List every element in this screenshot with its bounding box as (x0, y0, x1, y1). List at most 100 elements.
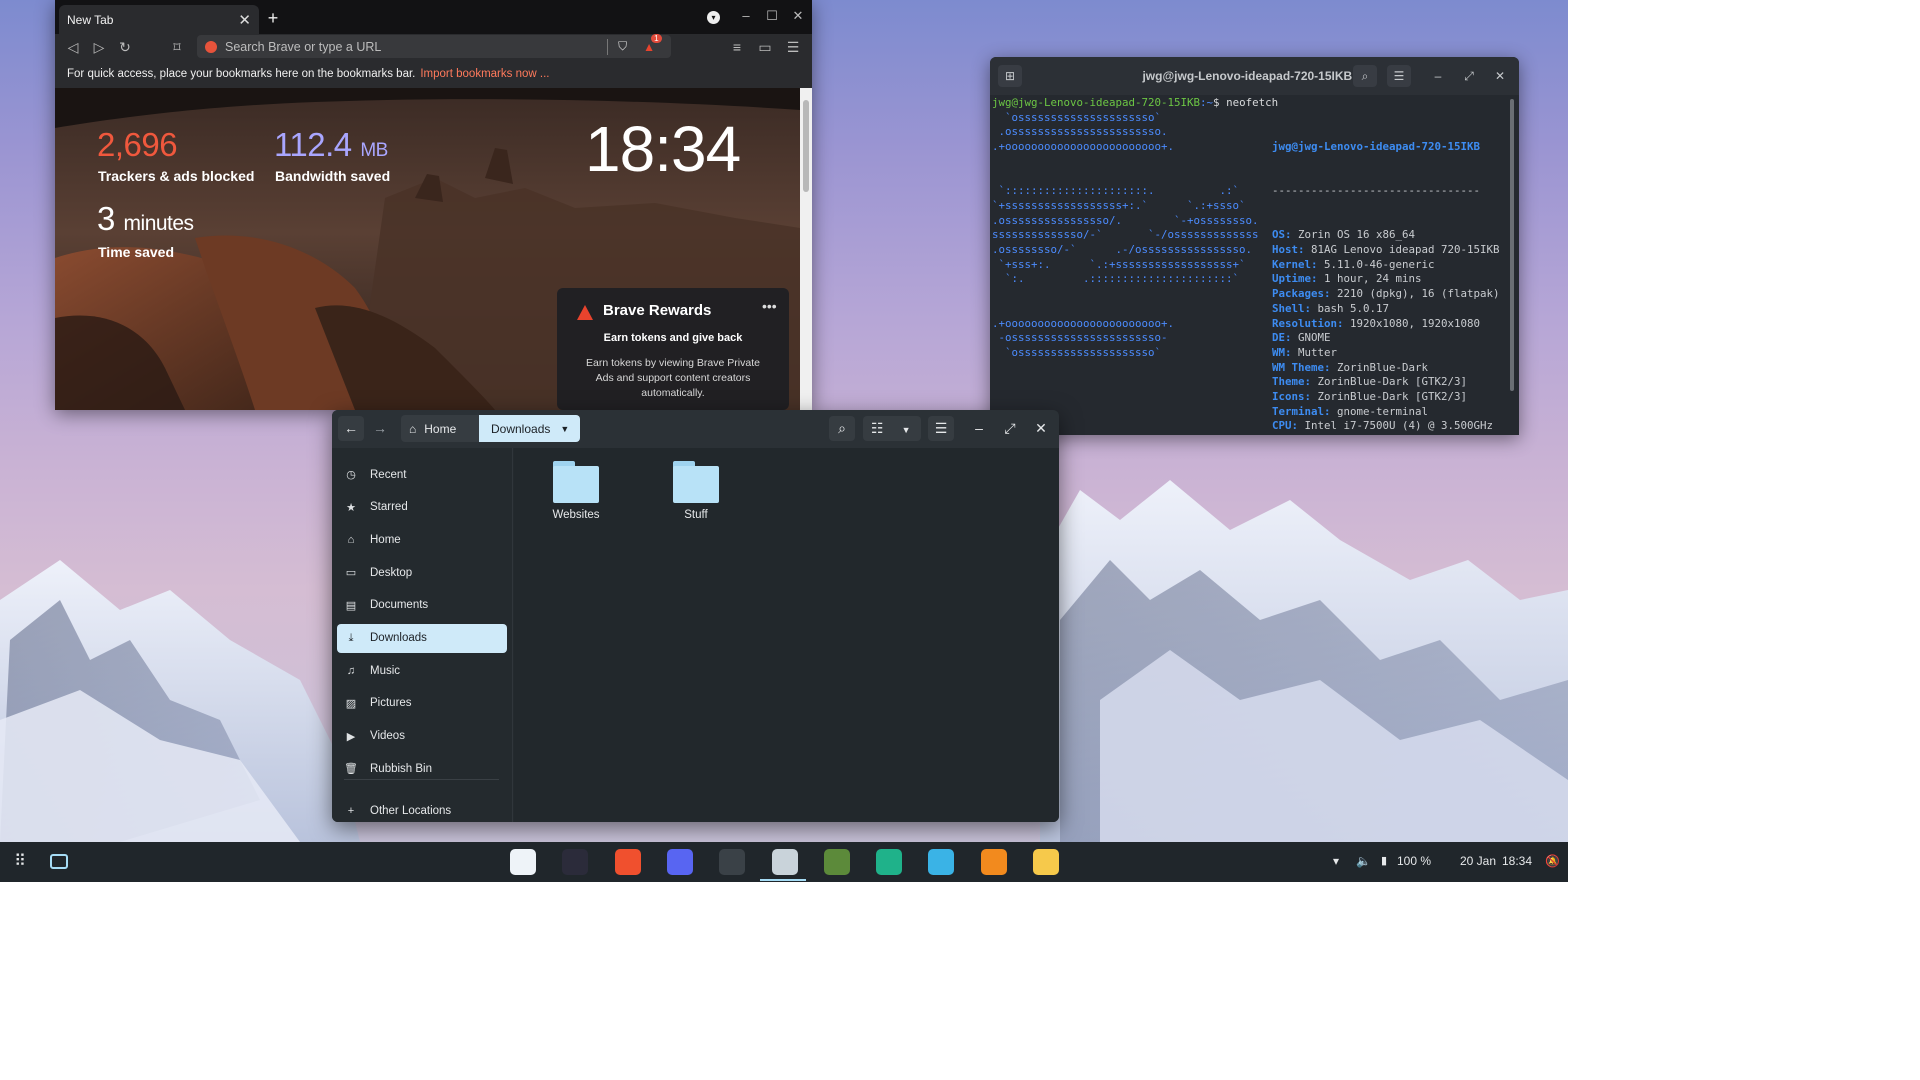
download-icon: ⤓ (348, 631, 354, 644)
playlist-icon[interactable]: ≡ (727, 37, 747, 57)
files-window: ← → ⌂ Home Downloads ▼ ⌕ ☷ ▼ ☰ – ⤢ ✕ ◷ Recen… (332, 410, 1059, 822)
forward-icon[interactable]: ▷ (89, 37, 109, 57)
maximize-icon[interactable]: ☐ (762, 8, 782, 24)
maximize-icon[interactable]: ⤢ (997, 416, 1023, 441)
neofetch-info: jwg@jwg-Lenovo-ideapad-720-15IKB -------… (1272, 111, 1500, 435)
breadcrumb-current-label: Downloads (491, 421, 551, 436)
clock-icon: ◷ (346, 469, 356, 481)
breadcrumb-home[interactable]: ⌂ Home (401, 415, 478, 442)
battery-icon[interactable]: ▮ (1381, 854, 1387, 867)
rewards-title: Brave Rewards (603, 302, 712, 319)
info-key: Resolution (1272, 316, 1338, 330)
minecraft-icon[interactable] (823, 849, 850, 875)
breadcrumb-current[interactable]: Downloads ▼ (479, 415, 580, 442)
terminal-search-icon[interactable]: ⌕ (1353, 65, 1377, 87)
wallet-icon[interactable]: ▭ (755, 37, 775, 57)
info-colon: : (1291, 419, 1305, 433)
info-value: Intel i7-7500U (4) @ 3.500GHz (1304, 419, 1494, 433)
close-window-icon[interactable]: ✕ (788, 8, 808, 24)
minimize-icon[interactable]: – (736, 8, 756, 23)
discord-icon[interactable] (666, 849, 693, 875)
workspaces-icon[interactable] (50, 854, 68, 869)
wifi-icon[interactable]: ▾ (1333, 854, 1339, 868)
info-line: Terminal: gnome-terminal (1272, 405, 1500, 420)
info-colon: : (1324, 404, 1338, 418)
forward-icon[interactable]: → (367, 416, 393, 441)
tab-new-tab[interactable]: New Tab ✕ (59, 5, 259, 34)
menu-icon[interactable]: ☰ (783, 37, 803, 57)
new-tab-button[interactable]: + (261, 6, 285, 30)
info-line: OS: Zorin OS 16 x86_64 (1272, 228, 1500, 243)
view-options-button[interactable]: ☷ ▼ (863, 416, 921, 441)
brave-rewards-icon[interactable]: ▲ 1 (643, 33, 662, 54)
sidebar-item-videos[interactable]: ▶ Videos (337, 722, 507, 751)
sidebar-item-music[interactable]: ♫ Music (337, 656, 507, 685)
tray-time[interactable]: 18:34 (1502, 854, 1532, 868)
folder-item[interactable]: Websites (531, 450, 621, 530)
more-options-icon[interactable]: ••• (762, 298, 777, 314)
sidebar-item-downloads[interactable]: ⤓ Downloads (337, 623, 507, 653)
notes-icon[interactable] (1033, 849, 1059, 875)
tray-date[interactable]: 20 Jan (1460, 854, 1496, 868)
files-headerbar: ← → ⌂ Home Downloads ▼ ⌕ ☷ ▼ ☰ – ⤢ ✕ (332, 410, 1059, 448)
search-icon[interactable]: ⌕ (829, 416, 855, 441)
close-icon[interactable]: ✕ (1028, 416, 1054, 441)
app-grid-icon[interactable]: ⠿ (10, 852, 30, 872)
bandwidth-unit: MB (360, 140, 388, 161)
import-bookmarks-link[interactable]: Import bookmarks now ... (420, 68, 549, 80)
time-saved-stat: 3 minutes (97, 200, 194, 238)
terminal-close-icon[interactable]: ✕ (1488, 65, 1512, 87)
reload-icon[interactable]: ↻ (115, 37, 135, 57)
terminal-output[interactable]: jwg@jwg-Lenovo-ideapad-720-15IKB:~$ neof… (992, 96, 1507, 435)
info-key: Terminal (1272, 404, 1325, 418)
notifications-icon[interactable]: 🔕 (1545, 854, 1560, 868)
zorin-icon[interactable] (510, 849, 536, 875)
volume-icon[interactable]: 🔈 (1356, 854, 1371, 868)
trackers-blocked-label: Trackers & ads blocked (98, 168, 255, 184)
hamburger-menu-icon[interactable]: ☰ (928, 416, 954, 441)
sidebar-item-label: Home (370, 533, 401, 546)
address-bar[interactable]: Search Brave or type a URL ⛉ ▲ 1 (197, 33, 671, 58)
waveform-icon[interactable] (928, 849, 955, 875)
sidebar-item-pictures[interactable]: ▨ Pictures (337, 689, 507, 718)
battery-percent[interactable]: 100 % (1397, 854, 1431, 868)
sidebar-item-other-locations[interactable]: + Other Locations (337, 796, 507, 822)
files-view[interactable]: Websites Stuff (514, 448, 1059, 822)
connect-icon[interactable] (876, 849, 903, 875)
page-scrollbar[interactable] (800, 88, 812, 410)
info-line: Resolution: 1920x1080, 1920x1080 (1272, 317, 1500, 332)
terminal-maximize-icon[interactable]: ⤢ (1457, 65, 1481, 87)
time-saved-unit: minutes (123, 212, 195, 235)
close-tab-icon[interactable]: ✕ (238, 11, 251, 29)
sidebar-item-rubbish-bin[interactable]: 🗑 Rubbish Bin (337, 754, 507, 783)
scrollbar-thumb[interactable] (803, 100, 809, 192)
intellij-icon[interactable] (562, 849, 589, 875)
brave-icon[interactable] (614, 849, 641, 875)
sidebar-item-recent[interactable]: ◷ Recent (337, 460, 507, 489)
pictures-icon: ▨ (345, 697, 357, 710)
info-line: Packages: 2210 (dpkg), 16 (flatpak) (1272, 287, 1500, 302)
terminal-scrollbar[interactable] (1510, 99, 1514, 391)
folder-item[interactable]: Stuff (651, 450, 741, 530)
sidebar-item-label: Other Locations (370, 804, 452, 817)
minimize-icon[interactable]: – (966, 416, 992, 441)
info-value: 2210 (dpkg), 16 (flatpak) (1337, 287, 1500, 301)
terminal-minimize-icon[interactable]: – (1426, 65, 1450, 87)
time-saved-value: 3 (97, 200, 115, 237)
files-icon[interactable] (771, 849, 798, 875)
back-icon[interactable]: ← (338, 416, 364, 441)
terminal-icon[interactable] (719, 849, 746, 875)
sidebar-item-home[interactable]: ⌂ Home (337, 525, 507, 554)
brave-shields-icon[interactable]: ⛉ (618, 39, 627, 54)
sidebar-item-documents[interactable]: ▤ Documents (337, 591, 507, 620)
back-icon[interactable]: ◁ (63, 37, 83, 57)
info-line: Kernel: 5.11.0-46-generic (1272, 258, 1500, 273)
sidebar-item-desktop[interactable]: ▭ Desktop (337, 558, 507, 587)
blender-icon[interactable] (980, 849, 1007, 875)
sidebar-item-starred[interactable]: ★ Starred (337, 493, 507, 522)
bandwidth-saved-label: Bandwidth saved (275, 168, 391, 184)
bookmark-icon[interactable]: ⌑ (167, 37, 187, 57)
brave-rewards-card: Brave Rewards ••• Earn tokens and give b… (557, 288, 789, 410)
terminal-menu-icon[interactable]: ☰ (1387, 65, 1411, 87)
tab-search-icon[interactable]: ▾ (707, 11, 720, 24)
